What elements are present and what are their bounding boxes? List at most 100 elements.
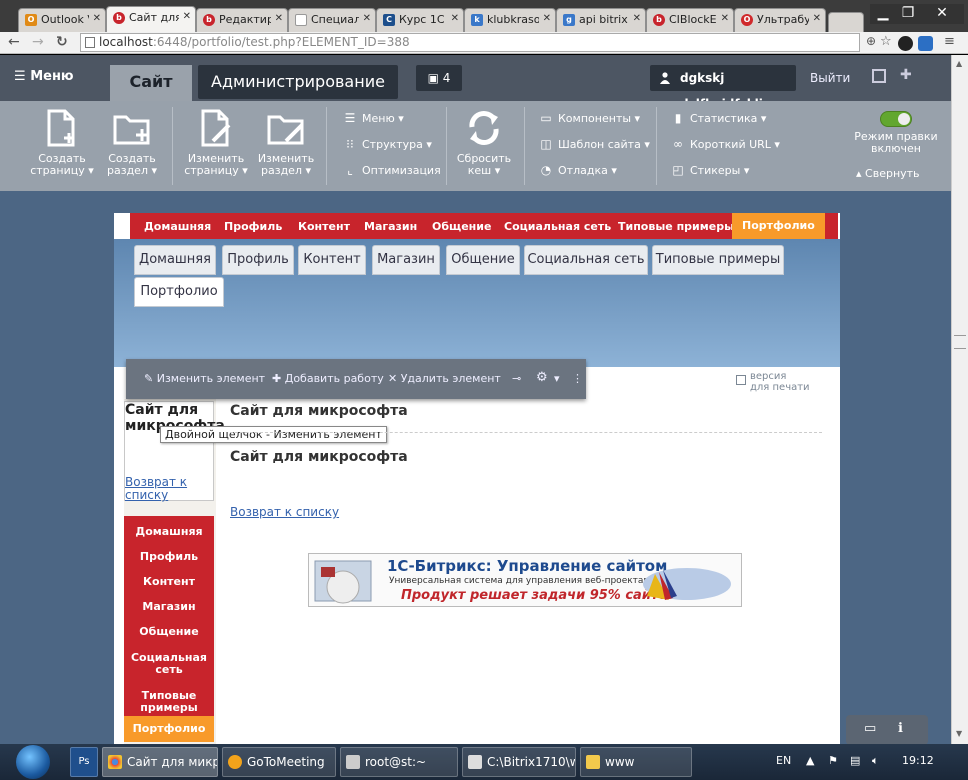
clock[interactable]: 19:12 <box>902 754 934 767</box>
panel-menu-button[interactable]: ☰ Меню <box>14 69 74 84</box>
left-menu-item[interactable]: Магазин <box>124 601 214 613</box>
delete-element-button[interactable]: ✕ Удалить элемент <box>388 372 501 385</box>
left-menu-item[interactable]: Социальная сеть <box>124 652 214 676</box>
back-arrow-icon[interactable]: ← <box>8 34 20 50</box>
notifications-button[interactable]: ▣ 4 <box>416 65 462 91</box>
tab-shop[interactable]: Магазин <box>372 245 440 275</box>
start-button[interactable] <box>16 745 50 779</box>
close-window-icon[interactable]: ✕ <box>920 4 964 24</box>
top-menu-item[interactable]: Магазин <box>364 220 417 233</box>
tab-examples[interactable]: Типовые примеры <box>652 245 784 275</box>
taskbar-item-folder[interactable]: C:\Bitrix1710\w... <box>462 747 576 777</box>
create-page-button[interactable]: Создать страницу ▾ <box>30 109 94 177</box>
minimize-icon[interactable]: ▁ <box>870 4 896 24</box>
add-work-button[interactable]: ✚ Добавить работу <box>272 372 384 385</box>
taskbar-item-www[interactable]: www <box>580 747 692 777</box>
left-menu-item[interactable]: Домашняя <box>124 526 214 538</box>
components-dropdown[interactable]: ▭ Компоненты ▾ <box>538 111 640 125</box>
left-menu-item[interactable]: Общение <box>124 626 214 638</box>
scroll-thumb[interactable] <box>954 335 966 349</box>
collapse-button[interactable]: ▴ Свернуть <box>856 167 920 180</box>
scroll-down-icon[interactable]: ▼ <box>956 729 962 738</box>
back-to-list-link[interactable]: Возврат к списку <box>230 505 339 519</box>
chat-widget[interactable]: ▭ ℹ <box>846 715 928 744</box>
tray-expand-icon[interactable]: ▲ <box>806 754 814 767</box>
reset-cache-button[interactable]: Сбросить кеш ▾ <box>452 109 516 177</box>
bitrix-banner[interactable]: 1С-Битрикс: Управление сайтом Универсаль… <box>308 553 742 607</box>
extension-icon[interactable] <box>918 36 933 51</box>
language-indicator[interactable]: EN <box>776 754 791 767</box>
close-icon[interactable]: ✕ <box>183 11 191 22</box>
chrome-menu-icon[interactable]: ≡ <box>944 34 955 49</box>
left-menu-item[interactable]: Контент <box>124 576 214 588</box>
stickers-dropdown[interactable]: ◰ Стикеры ▾ <box>670 163 749 177</box>
taskbar-item-terminal[interactable]: root@st:~ <box>340 747 458 777</box>
tab-communication[interactable]: Общение <box>446 245 520 275</box>
close-icon[interactable]: ✕ <box>813 13 821 24</box>
print-version-link[interactable]: версия для печати <box>736 371 810 393</box>
left-menu-item[interactable]: Профиль <box>124 551 214 563</box>
close-icon[interactable]: ✕ <box>363 13 371 24</box>
close-icon[interactable]: ✕ <box>451 13 459 24</box>
pin-icon[interactable]: ✚ <box>900 67 912 83</box>
create-section-button[interactable]: Создать раздел ▾ <box>100 109 164 177</box>
close-icon[interactable]: ✕ <box>633 13 641 24</box>
new-tab-button[interactable] <box>828 12 864 32</box>
edit-page-button[interactable]: Изменить страницу ▾ <box>184 109 248 177</box>
top-menu-item[interactable]: Домашняя <box>144 220 211 233</box>
browser-tab[interactable]: C Курс 1С ✕ <box>376 8 464 32</box>
tab-home[interactable]: Домашняя <box>134 245 216 275</box>
debug-dropdown[interactable]: ◔ Отладка ▾ <box>538 163 617 177</box>
drag-handle-icon[interactable]: ⋮ <box>572 372 583 385</box>
tab-content[interactable]: Контент <box>298 245 366 275</box>
browser-tab[interactable]: O Ультрабу ✕ <box>734 8 826 32</box>
close-icon[interactable]: ✕ <box>93 13 101 24</box>
info-icon[interactable]: ℹ <box>898 721 903 736</box>
chevron-down-icon[interactable]: ▾ <box>554 372 560 385</box>
structure-dropdown[interactable]: ⁝⁝ Структура ▾ <box>342 137 432 151</box>
top-menu-item[interactable]: Общение <box>432 220 491 233</box>
user-button[interactable]: dgkskj dslfkgjdfsklj <box>650 65 796 111</box>
network-icon[interactable]: ▤ <box>850 754 860 767</box>
scroll-up-icon[interactable]: ▲ <box>956 59 962 68</box>
forward-arrow-icon[interactable]: → <box>32 34 44 50</box>
edit-element-button[interactable]: ✎ Изменить элемент <box>144 372 265 385</box>
chat-icon[interactable]: ▭ <box>864 721 876 736</box>
browser-tab-active[interactable]: b Сайт для с ✕ <box>106 6 196 32</box>
extension-icon[interactable] <box>898 36 913 51</box>
edit-mode-toggle[interactable] <box>880 111 912 127</box>
top-menu-item-active[interactable]: Портфолио <box>732 213 825 239</box>
logout-button[interactable]: Выйти <box>810 71 850 85</box>
top-menu-item[interactable]: Профиль <box>224 220 282 233</box>
close-icon[interactable]: ✕ <box>543 13 551 24</box>
tab-profile[interactable]: Профиль <box>222 245 294 275</box>
window-icon[interactable] <box>872 69 886 83</box>
photoshop-icon[interactable]: Ps <box>70 747 98 777</box>
taskbar-item-gotomeeting[interactable]: GoToMeeting <box>222 747 336 777</box>
flag-icon[interactable]: ⚑ <box>828 754 838 767</box>
url-input[interactable]: localhost:6448/portfolio/test.php?ELEMEN… <box>80 33 860 52</box>
optimization-button[interactable]: ⌞ Оптимизация <box>342 163 441 177</box>
left-menu-item[interactable]: Типовые примеры <box>124 690 214 714</box>
browser-tab[interactable]: b CIBlockEl ✕ <box>646 8 734 32</box>
close-icon[interactable]: ✕ <box>275 13 283 24</box>
tab-portfolio[interactable]: Портфолио <box>134 277 224 307</box>
gear-icon[interactable]: ⚙ <box>536 370 548 385</box>
browser-tab[interactable]: g api bitrix ✕ <box>556 8 646 32</box>
tab-site[interactable]: Сайт <box>110 65 192 101</box>
close-icon[interactable]: ✕ <box>721 13 729 24</box>
tab-administration[interactable]: Администрирование <box>198 65 398 99</box>
volume-icon[interactable]: 🔈︎ <box>872 754 879 768</box>
pin-icon[interactable]: ⊸ <box>512 372 521 385</box>
maximize-icon[interactable]: ❐ <box>896 4 920 24</box>
browser-tab[interactable]: Специал ✕ <box>288 8 376 32</box>
star-icon[interactable]: ☆ <box>880 34 892 49</box>
left-menu-item-active[interactable]: Портфолио <box>124 716 214 742</box>
top-menu-item[interactable]: Социальная сеть <box>504 220 611 233</box>
short-url-dropdown[interactable]: ∞ Короткий URL ▾ <box>670 137 780 151</box>
edit-section-button[interactable]: Изменить раздел ▾ <box>254 109 318 177</box>
browser-tab[interactable]: k klubkraso ✕ <box>464 8 556 32</box>
element-box[interactable]: Сайт длямикрософта Возврат ксписку <box>124 401 225 502</box>
statistics-dropdown[interactable]: ▮ Статистика ▾ <box>670 111 767 125</box>
element-back-link[interactable]: Возврат к списку <box>125 476 187 502</box>
